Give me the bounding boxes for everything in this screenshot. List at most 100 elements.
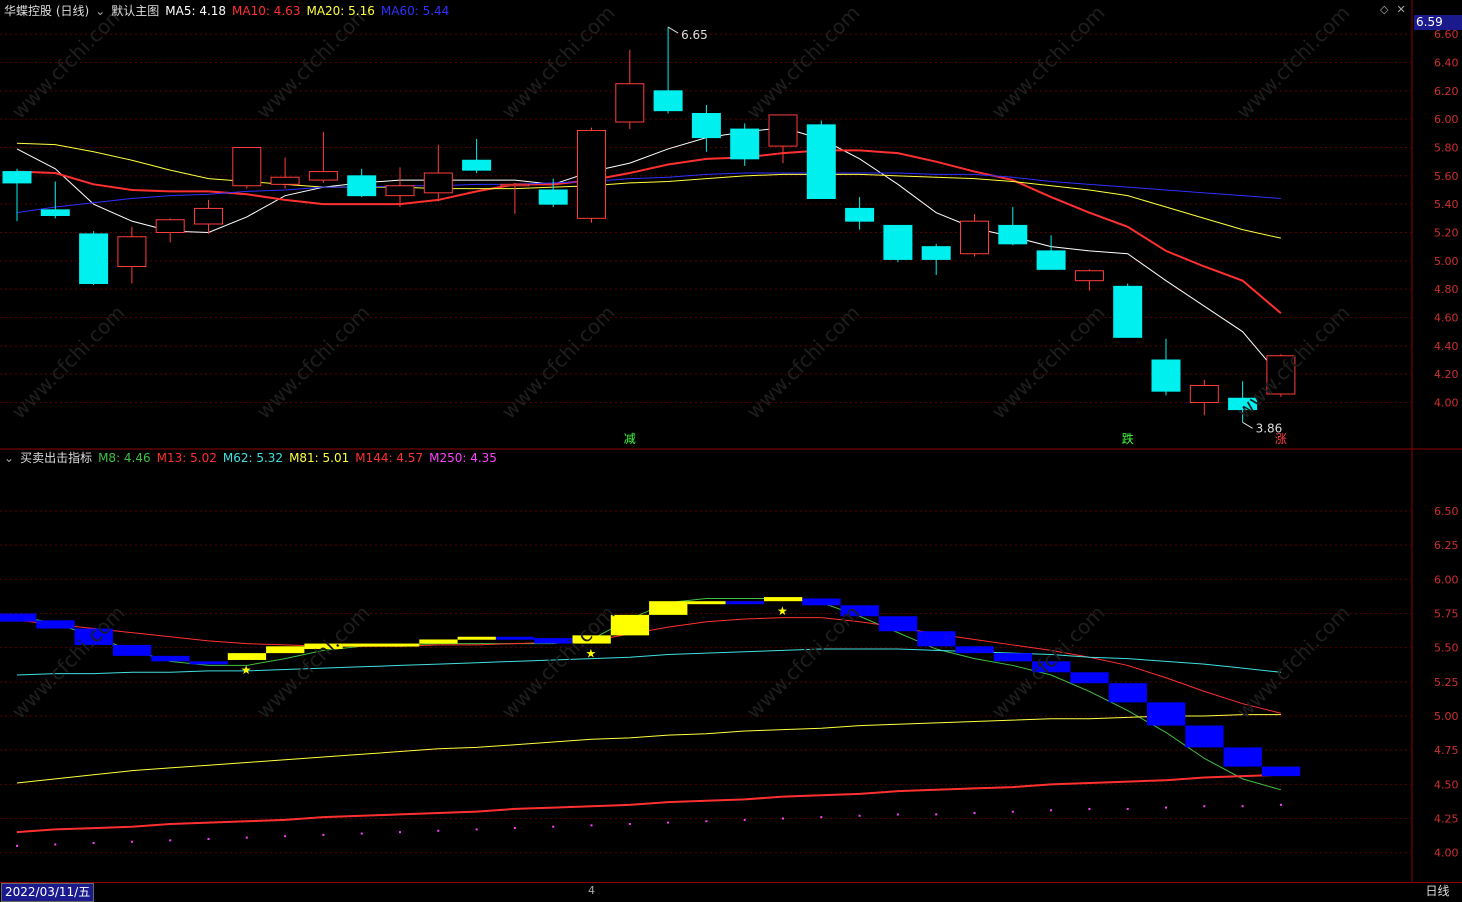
sub-series-M144 bbox=[16, 773, 1281, 834]
watermark-text-2-2: www.cfchi.com bbox=[497, 601, 620, 724]
sub-dot-M250-12 bbox=[475, 828, 478, 831]
y-tick-0-7: 5.40 bbox=[1434, 198, 1459, 211]
candle-body-5 bbox=[194, 207, 223, 225]
star-icon-2: ★ bbox=[777, 604, 788, 618]
sub-dot-M250-16 bbox=[628, 822, 631, 825]
watermark-text-1-4: www.cfchi.com bbox=[987, 301, 1110, 424]
y-tick-1-4: 5.00 bbox=[1434, 710, 1459, 723]
watermark-text-2-5: www.cfchi.com bbox=[1232, 601, 1355, 724]
candle-body-29 bbox=[1113, 285, 1143, 338]
sub-dot-M250-30 bbox=[1165, 806, 1167, 809]
main-template-label[interactable]: 默认主图 bbox=[111, 2, 159, 19]
sub-dot-M250-31 bbox=[1203, 805, 1206, 808]
sub-dot-M250-25 bbox=[973, 812, 976, 815]
sub-dot-M250-17 bbox=[667, 821, 670, 824]
y-tick-0-3: 4.60 bbox=[1434, 312, 1459, 325]
watermark-text-1-3: www.cfchi.com bbox=[742, 301, 865, 424]
signal-block-0 bbox=[0, 613, 37, 622]
sub-ma-legend-0: M8: 4.46 bbox=[98, 450, 151, 465]
y-tick-1-10: 6.50 bbox=[1434, 505, 1459, 518]
chevron-down-icon[interactable]: ⌄ bbox=[95, 4, 105, 18]
high-pointer bbox=[667, 26, 679, 34]
sub-dot-M250-28 bbox=[1088, 807, 1091, 810]
candle-body-25 bbox=[960, 220, 989, 255]
sub-dot-M250-27 bbox=[1050, 809, 1053, 812]
sub-dot-M250-21 bbox=[820, 816, 823, 819]
sub-dot-M250-18 bbox=[705, 820, 708, 823]
y-tick-1-9: 6.25 bbox=[1434, 539, 1459, 552]
signal-block-17 bbox=[649, 601, 688, 615]
y-tick-0-13: 6.60 bbox=[1434, 28, 1459, 41]
signal-block-1 bbox=[36, 620, 75, 629]
sub-dot-M250-5 bbox=[207, 838, 210, 840]
candle-body-31 bbox=[1189, 385, 1219, 403]
signal-block-5 bbox=[189, 661, 228, 665]
signal-block-13 bbox=[495, 636, 535, 640]
sub-dot-M250-2 bbox=[92, 842, 95, 845]
signal-block-30 bbox=[1147, 702, 1186, 726]
main-ma-legend-3: MA60: 5.44 bbox=[380, 3, 450, 18]
sub-dot-M250-15 bbox=[590, 824, 593, 827]
sub-dot-M250-0 bbox=[16, 844, 18, 847]
y-tick-0-10: 6.00 bbox=[1434, 113, 1459, 126]
signal-block-21 bbox=[802, 598, 841, 606]
cursor-date: 2022/03/11/五 bbox=[1, 883, 95, 902]
signal-block-29 bbox=[1108, 683, 1147, 703]
sub-ma-legend-2: M62: 5.32 bbox=[222, 450, 284, 465]
candle-body-10 bbox=[385, 185, 415, 197]
sub-dot-M250-4 bbox=[169, 839, 172, 842]
candle-body-13 bbox=[500, 183, 530, 187]
candle-body-12 bbox=[462, 159, 492, 171]
watermark-text-2-4: www.cfchi.com bbox=[987, 601, 1110, 724]
signal-block-4 bbox=[151, 655, 190, 662]
time-axis-bar bbox=[0, 882, 1462, 902]
y-tick-0-4: 4.80 bbox=[1434, 283, 1459, 296]
signal-block-24 bbox=[917, 631, 956, 647]
signal-block-7 bbox=[266, 646, 305, 654]
y-tick-0-9: 5.80 bbox=[1434, 142, 1459, 155]
y-tick-0-2: 4.40 bbox=[1434, 340, 1459, 353]
sub-title[interactable]: 买卖出击指标 bbox=[20, 449, 92, 466]
sub-dot-M250-6 bbox=[245, 836, 248, 839]
signal-marker-0: 减 bbox=[624, 432, 636, 446]
y-tick-0-11: 6.20 bbox=[1434, 85, 1459, 98]
y-tick-0-5: 5.00 bbox=[1434, 255, 1459, 268]
sub-dot-M250-11 bbox=[437, 829, 440, 832]
candle-body-23 bbox=[883, 224, 913, 260]
watermark-text-1-2: www.cfchi.com bbox=[497, 301, 620, 424]
sub-dot-M250-8 bbox=[322, 833, 325, 836]
candle-body-19 bbox=[730, 128, 760, 160]
main-ma-legend-2: MA20: 5.16 bbox=[306, 3, 375, 18]
sub-chart-header: ⌄ 买卖出击指标 M8: 4.46 M13: 5.02 M62: 5.32 M81: … bbox=[4, 449, 497, 466]
signal-block-32 bbox=[1223, 747, 1262, 767]
y-tick-0-6: 5.20 bbox=[1434, 227, 1459, 240]
sub-dot-M250-7 bbox=[284, 835, 287, 838]
stock-chart-window: 4.00 4.20 4.40 4.60 4.80 5.00 5.20 5.40 5.60 5.80… bbox=[0, 0, 1462, 902]
month-tick: 4 bbox=[588, 884, 595, 897]
candle-body-1 bbox=[40, 209, 70, 216]
signal-block-23 bbox=[878, 616, 918, 632]
candle-body-17 bbox=[653, 90, 683, 112]
y-tick-0-0: 4.00 bbox=[1434, 397, 1459, 410]
sub-dot-M250-20 bbox=[782, 817, 784, 820]
watermark-text-2-1: www.cfchi.com bbox=[252, 601, 375, 724]
candle-body-20 bbox=[768, 114, 798, 147]
chevron-down-icon[interactable]: ⌄ bbox=[4, 451, 14, 465]
period-label[interactable]: 日线 bbox=[1414, 883, 1461, 900]
signal-block-33 bbox=[1261, 766, 1301, 777]
signal-marker-1: 跌 bbox=[1122, 431, 1134, 446]
high-label: 6.65 bbox=[681, 28, 708, 42]
sub-dot-M250-29 bbox=[1126, 807, 1129, 810]
signal-block-26 bbox=[993, 653, 1033, 662]
main-title: 华蝶控股 (日线) bbox=[4, 4, 90, 18]
diamond-icon[interactable]: ◇ bbox=[1380, 3, 1388, 16]
watermark-text-2-3: www.cfchi.com bbox=[742, 601, 865, 724]
close-icon[interactable]: ✕ bbox=[1396, 3, 1405, 16]
watermark-text-1-0: www.cfchi.com bbox=[7, 301, 130, 424]
candle-body-0 bbox=[2, 171, 32, 184]
y-tick-1-2: 4.50 bbox=[1434, 778, 1459, 791]
sub-ma-legend-4: M144: 4.57 bbox=[355, 450, 424, 465]
candle-body-2 bbox=[79, 233, 109, 285]
signal-block-19 bbox=[725, 601, 764, 605]
signal-marker-2: 涨 bbox=[1275, 431, 1287, 446]
